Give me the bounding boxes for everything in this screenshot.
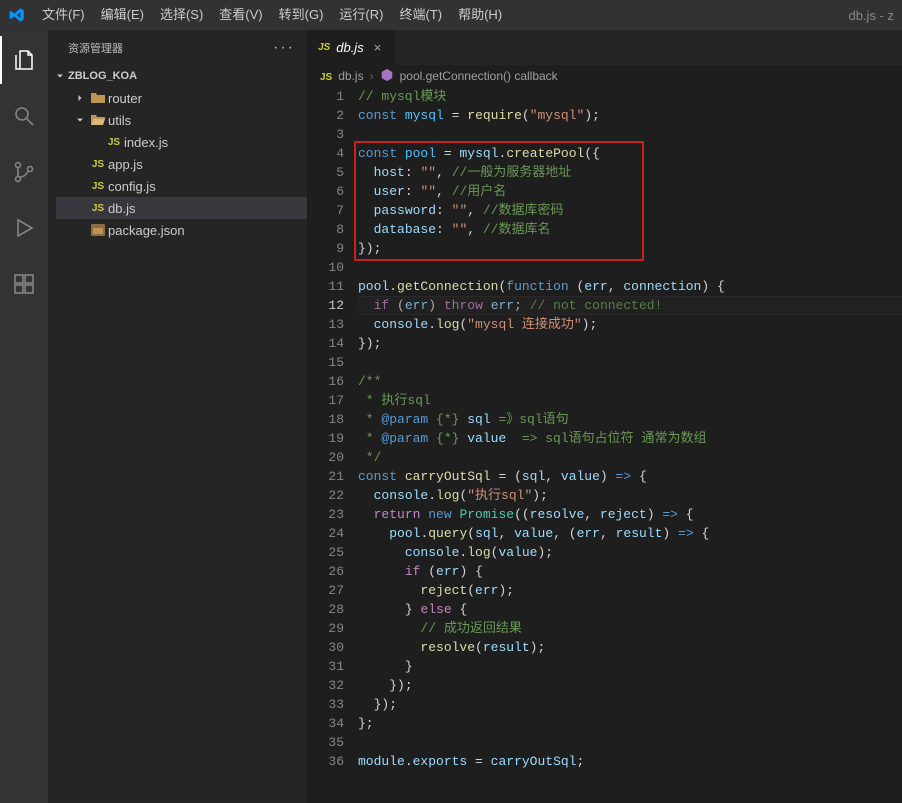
tree-file-db[interactable]: JS db.js [56,197,307,219]
more-actions-icon[interactable]: ··· [273,39,295,57]
close-icon[interactable]: × [370,40,386,55]
window-title: db.js - z [840,8,902,23]
tree-item-label: index.js [124,135,168,150]
editor-tabs: JS db.js × [308,30,902,65]
tab-label: db.js [336,40,363,55]
editor-area: JS db.js × JS db.js › pool.getConnection… [308,30,902,803]
activity-source-control[interactable] [0,148,48,196]
menu-goto[interactable]: 转到(G) [271,0,332,30]
menu-edit[interactable]: 编辑(E) [93,0,152,30]
tree-file-config[interactable]: JS config.js [56,175,307,197]
tree-file-package[interactable]: package.json [56,219,307,241]
method-icon [380,68,394,85]
tree-file-index[interactable]: JS index.js [56,131,307,153]
line-gutter: 1234567891011121314151617181920212223242… [308,87,358,803]
chevron-right-icon: › [370,69,374,83]
sidebar-header: 资源管理器 ··· [48,30,307,65]
js-file-icon: JS [318,42,330,53]
tab-db[interactable]: JS db.js × [308,30,396,65]
activity-search[interactable] [0,92,48,140]
folder-open-icon [88,112,108,128]
breadcrumb-symbol[interactable]: pool.getConnection() callback [400,69,558,83]
breadcrumb-file[interactable]: db.js [338,69,363,83]
tree-item-label: router [108,91,142,106]
explorer-title: 资源管理器 [68,40,273,56]
activity-extensions[interactable] [0,260,48,308]
tree-folder-utils[interactable]: utils [56,109,307,131]
menu-terminal[interactable]: 终端(T) [391,0,450,30]
tree-item-label: app.js [108,157,143,172]
tree-folder-router[interactable]: router [56,87,307,109]
menu-help[interactable]: 帮助(H) [450,0,510,30]
code-editor[interactable]: 1234567891011121314151617181920212223242… [308,87,902,803]
folder-icon [88,90,108,106]
chevron-down-icon [72,114,88,126]
js-file-icon: JS [88,203,108,214]
tree-file-app[interactable]: JS app.js [56,153,307,175]
activity-explorer[interactable] [0,36,48,84]
sidebar: 资源管理器 ··· ZBLOG_KOA router [48,30,308,803]
tree-item-label: db.js [108,201,135,216]
tree-item-label: package.json [108,223,185,238]
code-content[interactable]: // mysql模块const mysql = require("mysql")… [358,87,902,803]
js-file-icon: JS [88,159,108,170]
file-tree: router utils JS index.js JS [52,87,307,241]
activity-bar [0,30,48,803]
chevron-down-icon [52,70,68,82]
menu-view[interactable]: 查看(V) [211,0,270,30]
js-file-icon: JS [104,137,124,148]
breadcrumbs[interactable]: JS db.js › pool.getConnection() callback [308,65,902,87]
folder-root[interactable]: ZBLOG_KOA [52,65,307,87]
chevron-right-icon [72,92,88,104]
js-file-icon: JS [320,69,332,83]
menubar: 文件(F) 编辑(E) 选择(S) 查看(V) 转到(G) 运行(R) 终端(T… [0,0,902,30]
folder-root-label: ZBLOG_KOA [68,70,137,82]
tree-item-label: utils [108,113,131,128]
menu-run[interactable]: 运行(R) [331,0,391,30]
js-file-icon: JS [88,181,108,192]
vscode-logo-icon [0,7,34,23]
menu-select[interactable]: 选择(S) [152,0,211,30]
menu-file[interactable]: 文件(F) [34,0,93,30]
tree-item-label: config.js [108,179,156,194]
activity-run-debug[interactable] [0,204,48,252]
json-file-icon [88,222,108,238]
